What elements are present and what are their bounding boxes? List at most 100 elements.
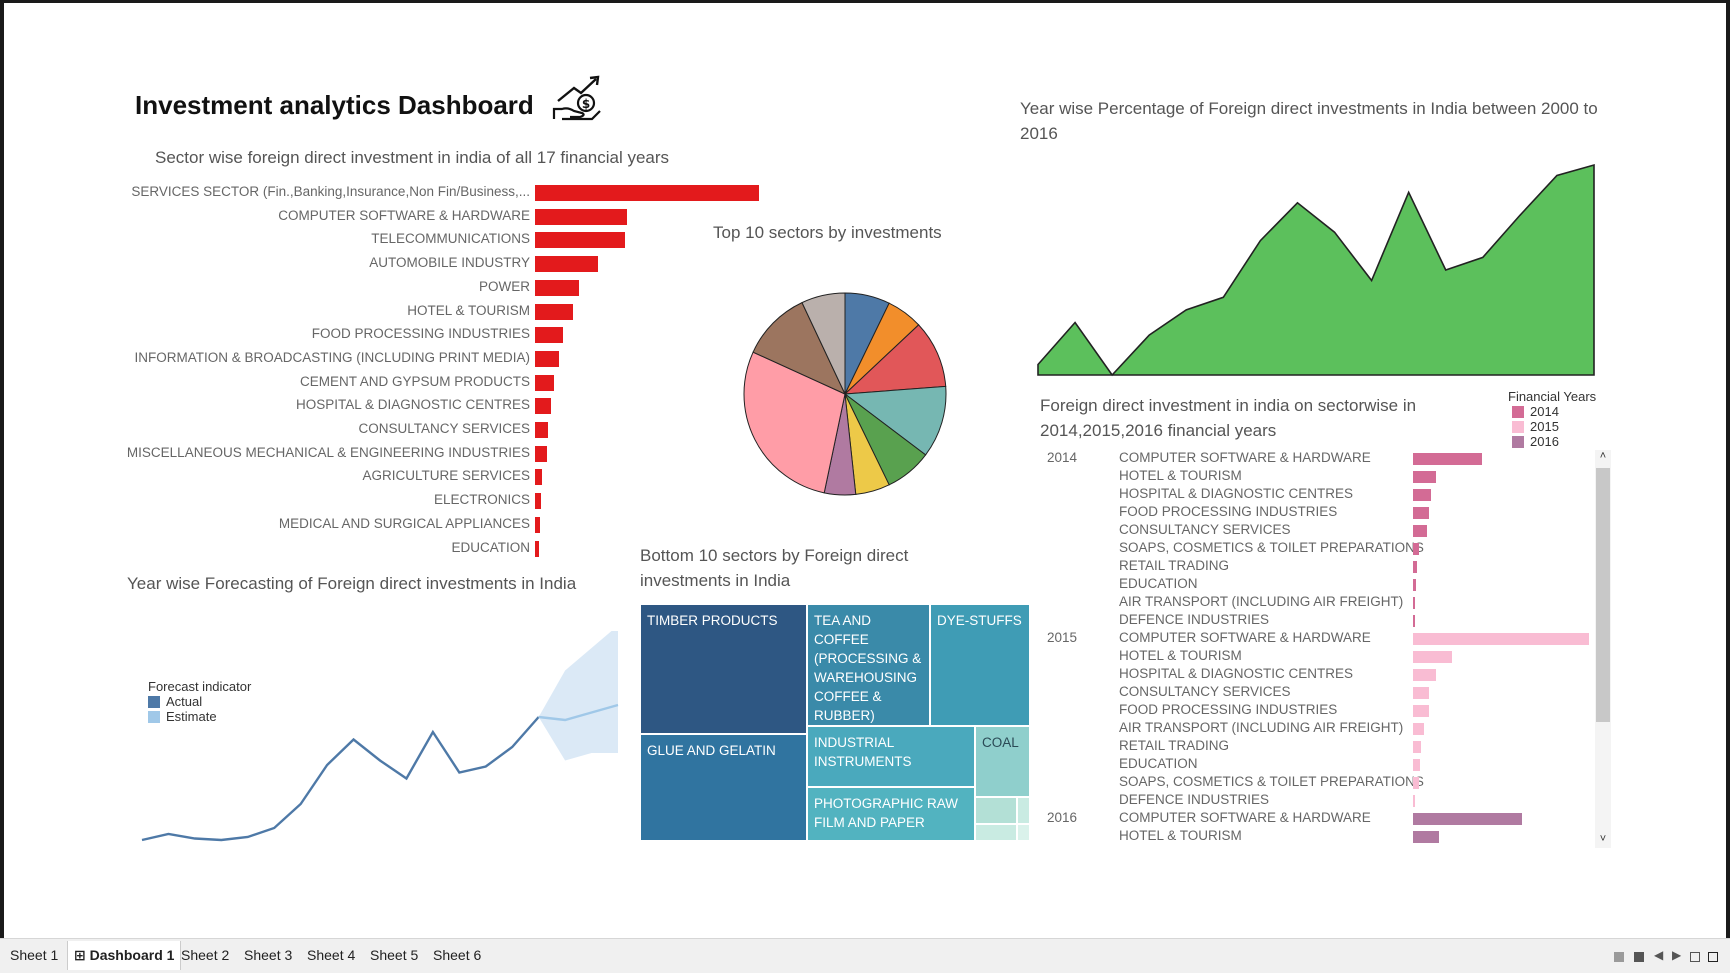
tab-sheet-2[interactable]: Sheet 2 — [181, 947, 229, 963]
sector-year-bar[interactable] — [1413, 813, 1523, 825]
legend-item-estimate[interactable]: Estimate — [148, 709, 251, 724]
prev-sheet-icon[interactable]: ◀ — [1654, 948, 1663, 962]
sector-year-bar[interactable] — [1413, 633, 1589, 645]
treemap-cell[interactable]: DYE-STUFFS — [930, 604, 1030, 726]
sector-year-bar[interactable] — [1413, 759, 1421, 771]
sector-year-bar[interactable] — [1413, 597, 1416, 609]
sector-row-label: COMPUTER SOFTWARE & HARDWARE — [278, 207, 530, 223]
sector-bar[interactable] — [535, 398, 551, 415]
sector-year-bar[interactable] — [1413, 489, 1431, 501]
sector-year-bar[interactable] — [1413, 795, 1415, 807]
treemap-cell[interactable]: INDUSTRIAL INSTRUMENTS — [807, 726, 975, 787]
sector-year-bar[interactable] — [1413, 615, 1415, 627]
legend-item-2014[interactable]: 2014 — [1512, 404, 1596, 419]
presentation-icon[interactable] — [1708, 952, 1718, 962]
treemap-cell[interactable]: TIMBER PRODUCTS — [640, 604, 807, 734]
vertical-scrollbar[interactable]: ˄ ˅ — [1595, 450, 1611, 848]
sector-bar[interactable] — [535, 185, 759, 201]
next-sheet-icon[interactable]: ▶ — [1672, 948, 1681, 962]
sector-year-label: RETAIL TRADING — [1119, 558, 1230, 573]
sector-year-bar[interactable] — [1413, 579, 1416, 591]
year-label: 2016 — [1047, 810, 1078, 825]
sector-year-bar[interactable] — [1413, 687, 1429, 699]
tab-sheet-5[interactable]: Sheet 5 — [370, 947, 418, 963]
sector-bar[interactable] — [535, 232, 625, 249]
scroll-down-icon[interactable]: ˅ — [1595, 833, 1611, 847]
sector-year-label: COMPUTER SOFTWARE & HARDWARE — [1119, 630, 1371, 645]
tab-sheet-6[interactable]: Sheet 6 — [433, 947, 481, 963]
tab-sheet-1[interactable]: Sheet 1 — [10, 947, 58, 963]
sector-year-bar[interactable] — [1413, 741, 1421, 753]
sector-year-bar[interactable] — [1413, 525, 1428, 537]
sector-year-bar[interactable] — [1413, 831, 1440, 843]
sector-year-label: EDUCATION — [1119, 756, 1198, 771]
sector-bar[interactable] — [535, 493, 541, 510]
sector-year-label: HOTEL & TOURISM — [1119, 468, 1242, 483]
sector-row-label: FOOD PROCESSING INDUSTRIES — [311, 326, 530, 342]
sector-year-bar[interactable] — [1413, 651, 1452, 663]
sector-bar[interactable] — [535, 469, 542, 486]
sector-row-label: CONSULTANCY SERVICES — [358, 421, 530, 436]
sector-year-bar[interactable] — [1413, 705, 1429, 717]
tab-sheet-3[interactable]: Sheet 3 — [244, 947, 292, 963]
sector-bar[interactable] — [535, 279, 579, 296]
legend-swatch — [1512, 420, 1524, 433]
legend-item-2015[interactable]: 2015 — [1512, 419, 1596, 434]
financial-years-legend: Financial Years 2014 2015 2016 — [1508, 389, 1596, 449]
sector-year-bar[interactable] — [1413, 543, 1420, 555]
sector-year-bar[interactable] — [1413, 507, 1429, 519]
sector-year-label: AIR TRANSPORT (INCLUDING AIR FREIGHT) — [1119, 594, 1404, 609]
scrollbar-thumb[interactable] — [1596, 468, 1610, 722]
sector-year-bar[interactable] — [1413, 453, 1482, 465]
sector-year-bar[interactable] — [1413, 777, 1420, 789]
sector-bar[interactable] — [535, 208, 627, 225]
treemap-cell-small[interactable] — [975, 797, 1017, 824]
legend-swatch — [1512, 405, 1524, 418]
sector-bar[interactable] — [535, 422, 549, 438]
treemap-cell[interactable]: COAL — [975, 726, 1030, 797]
tab-dashboard-1[interactable]: ⊞ Dashboard 1 — [67, 941, 182, 970]
sector-row-label: AUTOMOBILE INDUSTRY — [369, 255, 530, 271]
treemap-cell[interactable]: GLUE AND GELATIN — [640, 734, 807, 841]
sector-year-bar[interactable] — [1413, 561, 1418, 573]
tab-sheet-4[interactable]: Sheet 4 — [307, 947, 355, 963]
sector-year-label: COMPUTER SOFTWARE & HARDWARE — [1119, 450, 1371, 465]
treemap-cell-small[interactable] — [975, 824, 1017, 841]
forecast-chart-title: Year wise Forecasting of Foreign direct … — [127, 574, 577, 593]
sector-bar[interactable] — [535, 445, 548, 462]
sector-bar[interactable] — [535, 303, 574, 320]
sector-year-bar[interactable] — [1413, 723, 1424, 735]
scroll-up-icon[interactable]: ˄ — [1595, 450, 1611, 464]
sector-row-label: TELECOMMUNICATIONS — [371, 231, 530, 247]
sector-bar[interactable] — [535, 256, 598, 273]
actual-line[interactable] — [141, 716, 540, 842]
sector-bar-chart: SERVICES SECTOR (Fin.,Banking,Insurance,… — [4, 3, 764, 563]
sector-year-label: EDUCATION — [1119, 576, 1198, 591]
sector-bar[interactable] — [535, 540, 540, 557]
sector-bar[interactable] — [535, 350, 559, 367]
fit-screen-icon[interactable] — [1690, 952, 1700, 962]
sector-bar[interactable] — [535, 516, 540, 533]
legend-item-2016[interactable]: 2016 — [1512, 434, 1596, 449]
area-series[interactable] — [1037, 163, 1595, 377]
sector-bar[interactable] — [535, 327, 563, 344]
grid-view-icon[interactable] — [1614, 952, 1624, 962]
sector-row-label: INFORMATION & BROADCASTING (INCLUDING PR… — [134, 349, 530, 365]
dashboard-icon: ⊞ — [74, 947, 90, 963]
sector-year-bar[interactable] — [1413, 471, 1436, 483]
sector-row-label: SERVICES SECTOR (Fin.,Banking,Insurance,… — [131, 184, 530, 199]
treemap-cell-small[interactable] — [1017, 824, 1030, 841]
legend-swatch — [148, 695, 160, 708]
legend-item-actual[interactable]: Actual — [148, 694, 251, 709]
treemap-cell[interactable]: PHOTOGRAPHIC RAW FILM AND PAPER — [807, 787, 975, 841]
top-sectors-pie-chart — [743, 292, 947, 496]
sector-year-bar[interactable] — [1413, 669, 1436, 681]
sector-row-label: CEMENT AND GYPSUM PRODUCTS — [299, 373, 530, 389]
sector-year-label: HOTEL & TOURISM — [1119, 828, 1242, 843]
sector-bar[interactable] — [535, 374, 555, 391]
filmstrip-icon[interactable] — [1634, 952, 1644, 962]
sector-years-list: 2014 COMPUTER SOFTWARE & HARDWARE HOTEL & … — [1039, 450, 1589, 848]
treemap-cell-small[interactable] — [1017, 797, 1030, 824]
treemap-cell[interactable]: TEA AND COFFEE (PROCESSING & WAREHOUSING… — [807, 604, 930, 726]
sector-row-label: AGRICULTURE SERVICES — [362, 468, 530, 484]
